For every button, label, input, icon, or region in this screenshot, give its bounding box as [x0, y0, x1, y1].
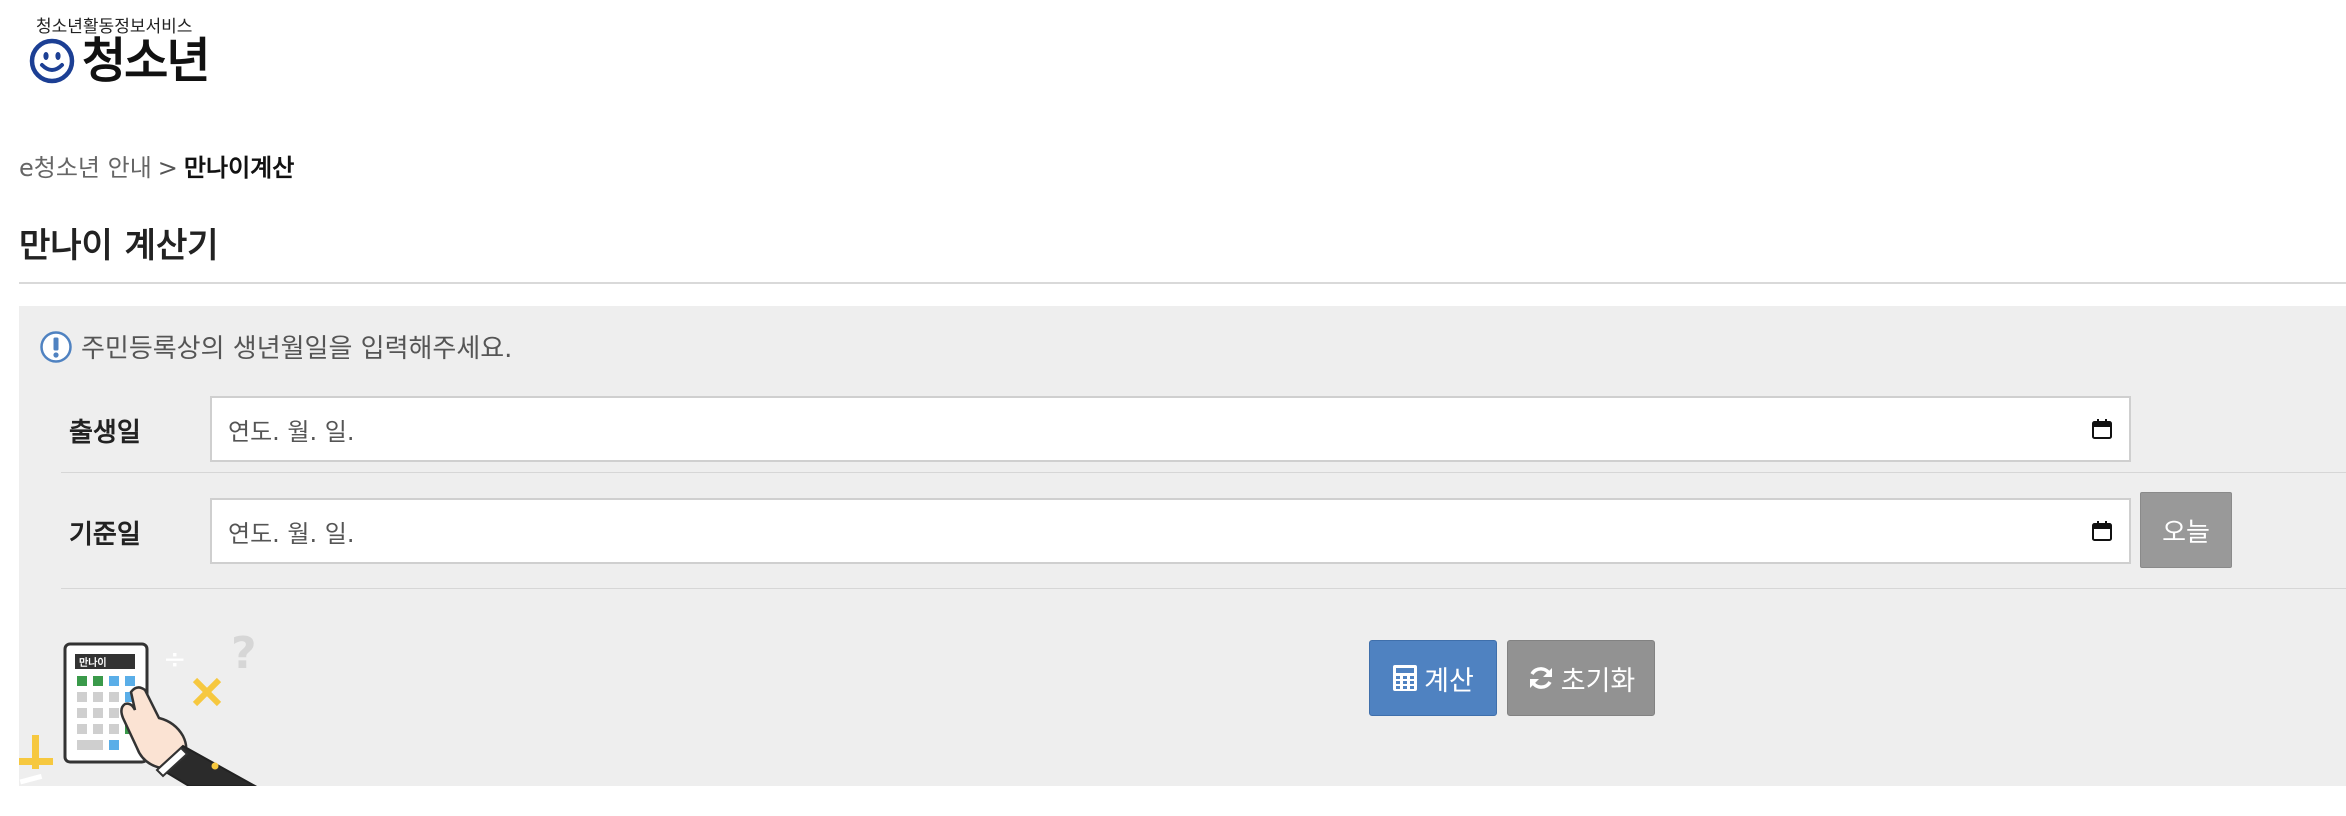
refresh-icon	[1529, 667, 1552, 689]
calculator-screen-text: 만나이	[79, 656, 107, 669]
row-divider	[61, 588, 2346, 589]
site-logo[interactable]: 청소년활동정보서비스 청소년	[28, 12, 218, 90]
svg-text:÷: ÷	[163, 642, 186, 675]
calculate-button-label: 계산	[1424, 665, 1474, 697]
breadcrumb-current: 만나이계산	[183, 154, 295, 182]
logo-name: 청소년	[82, 33, 210, 89]
calendar-icon[interactable]	[2091, 418, 2113, 440]
smile-logo-icon	[29, 38, 75, 84]
age-calculator-panel: 주민등록상의 생년월일을 입력해주세요. 출생일 연도. 월. 일. 기준일 연…	[19, 306, 2346, 786]
reset-button[interactable]: 초기화	[1507, 640, 1655, 716]
calendar-icon[interactable]	[2091, 520, 2113, 542]
calculator-illustration: ? ÷ 만나이	[19, 628, 258, 786]
notice: 주민등록상의 생년월일을 입력해주세요.	[39, 328, 512, 365]
row-divider	[61, 472, 2346, 473]
birth-date-label: 출생일	[69, 418, 141, 448]
birth-date-input[interactable]: 연도. 월. 일.	[210, 396, 2131, 462]
page: 청소년활동정보서비스 청소년 e청소년 안내 > 만나이계산 만나이 계산기 주민등…	[0, 0, 2346, 816]
notice-text: 주민등록상의 생년월일을 입력해주세요.	[81, 334, 513, 364]
breadcrumb-parent[interactable]: e청소년 안내	[19, 154, 152, 182]
calculator-icon	[1393, 665, 1418, 691]
breadcrumb: e청소년 안내 > 만나이계산	[19, 148, 294, 183]
breadcrumb-separator: >	[157, 154, 178, 182]
today-button[interactable]: 오늘	[2140, 492, 2232, 568]
birth-date-placeholder: 연도. 월. 일.	[228, 417, 355, 446]
calculate-button[interactable]: 계산	[1369, 640, 1497, 716]
exclamation-circle-icon	[40, 330, 72, 363]
base-date-placeholder: 연도. 월. 일.	[228, 519, 355, 548]
logo-main: 청소년	[28, 32, 210, 90]
svg-text:?: ?	[231, 628, 257, 679]
reset-button-label: 초기화	[1560, 665, 1636, 697]
page-title: 만나이 계산기	[19, 226, 219, 266]
base-date-input[interactable]: 연도. 월. 일.	[210, 498, 2131, 564]
base-date-label: 기준일	[69, 520, 141, 550]
title-divider	[19, 282, 2346, 284]
